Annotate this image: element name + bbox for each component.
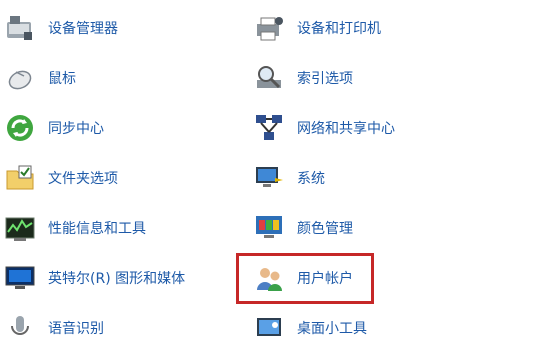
item-system[interactable]: 系统: [253, 158, 325, 198]
item-devices-printers[interactable]: 设备和打印机: [253, 8, 381, 48]
item-label: 设备管理器: [48, 21, 118, 37]
item-desktop-gadgets[interactable]: 桌面小工具: [253, 308, 367, 348]
item-user-accounts[interactable]: 用户帐户: [253, 258, 353, 298]
mouse-icon: [4, 62, 36, 94]
item-label: 索引选项: [297, 71, 353, 87]
item-label: 同步中心: [48, 121, 104, 137]
item-network-sharing[interactable]: 网络和共享中心: [253, 108, 395, 148]
item-label: 网络和共享中心: [297, 121, 395, 137]
item-label: 用户帐户: [297, 271, 353, 287]
item-intel-graphics[interactable]: 英特尔(R) 图形和媒体: [4, 258, 185, 298]
item-mouse[interactable]: 鼠标: [4, 58, 76, 98]
item-label: 语音识别: [48, 321, 104, 337]
sync-center-icon: [4, 112, 36, 144]
item-folder-options[interactable]: 文件夹选项: [4, 158, 118, 198]
item-label: 性能信息和工具: [48, 221, 146, 237]
item-indexing-options[interactable]: 索引选项: [253, 58, 353, 98]
network-sharing-icon: [253, 112, 285, 144]
desktop-gadgets-icon: [253, 312, 285, 344]
device-manager-icon: [4, 12, 36, 44]
item-performance[interactable]: 性能信息和工具: [4, 208, 146, 248]
item-label: 颜色管理: [297, 221, 353, 237]
speech-recognition-icon: [4, 312, 36, 344]
folder-options-icon: [4, 162, 36, 194]
item-device-manager[interactable]: 设备管理器: [4, 8, 118, 48]
item-label: 鼠标: [48, 71, 76, 87]
performance-icon: [4, 212, 36, 244]
item-label: 设备和打印机: [297, 21, 381, 37]
intel-graphics-icon: [4, 262, 36, 294]
color-management-icon: [253, 212, 285, 244]
devices-printers-icon: [253, 12, 285, 44]
item-label: 桌面小工具: [297, 321, 367, 337]
item-color-management[interactable]: 颜色管理: [253, 208, 353, 248]
item-sync-center[interactable]: 同步中心: [4, 108, 104, 148]
item-label: 英特尔(R) 图形和媒体: [48, 271, 186, 287]
user-accounts-icon: [253, 262, 285, 294]
system-icon: [253, 162, 285, 194]
item-label: 文件夹选项: [48, 171, 118, 187]
item-speech-recognition[interactable]: 语音识别: [4, 308, 104, 348]
indexing-options-icon: [253, 62, 285, 94]
item-label: 系统: [297, 171, 325, 187]
